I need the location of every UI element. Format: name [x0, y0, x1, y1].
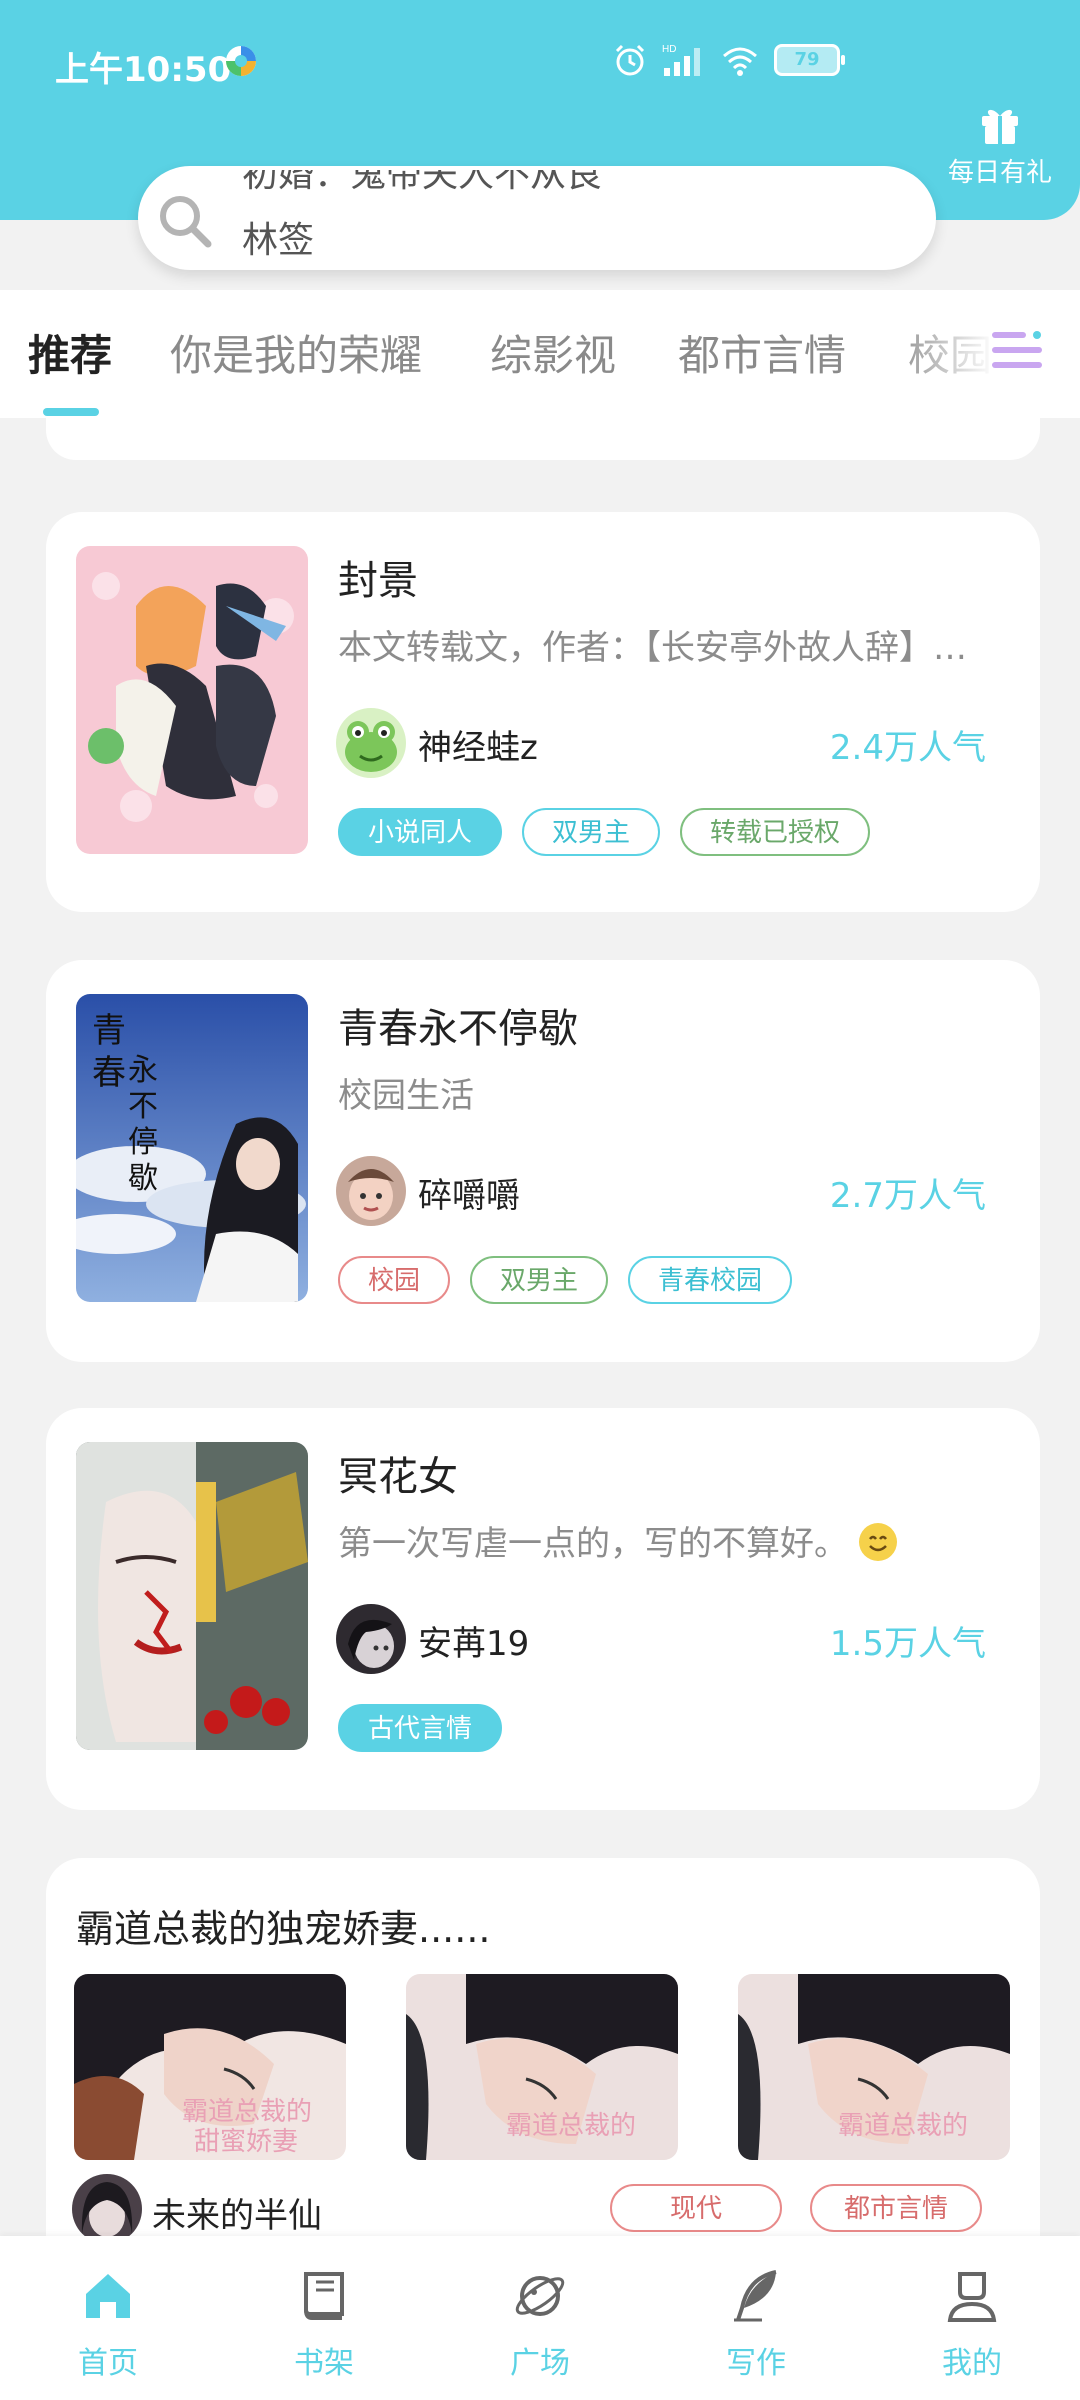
nav-label: 书架 — [294, 2346, 354, 2381]
author-name[interactable]: 碎嚼嚼 — [418, 1168, 520, 1217]
search-hint-line: 林签 — [242, 220, 315, 261]
nav-label: 广场 — [510, 2346, 570, 2381]
tag[interactable]: 双男主 — [470, 1256, 609, 1304]
tag-list: 校园 双男主 青春校园 — [338, 1256, 793, 1304]
svg-text:HD: HD — [662, 44, 676, 55]
nav-square[interactable]: 广场 — [480, 2268, 600, 2382]
wifi-icon — [723, 47, 757, 76]
bottom-navigation: 首页 书架 广场 写作 我的 — [0, 2236, 1080, 2400]
alarm-icon — [615, 44, 645, 76]
daily-gift-button[interactable]: 每日有礼 — [938, 102, 1062, 189]
book-card[interactable]: 封景 本文转载文，作者：【长安亭外故人辞】… 神经蛙z 2.4万人气 小说同人 … — [46, 512, 1040, 912]
collection-card[interactable]: 霸道总裁的独宠娇妻...... 霸道总裁的 甜蜜娇妻 霸道总裁的 霸道总裁的 未… — [46, 1858, 1040, 2278]
nav-write[interactable]: 写作 — [696, 2268, 816, 2382]
svg-text:停: 停 — [128, 1125, 158, 1160]
tag[interactable]: 现代 — [610, 2184, 782, 2232]
collection-title[interactable]: 霸道总裁的独宠娇妻...... — [76, 1898, 490, 1953]
book-title[interactable]: 冥花女 — [338, 1444, 458, 1502]
feather-icon — [734, 2270, 777, 2322]
tag[interactable]: 小说同人 — [338, 808, 503, 856]
nav-label: 我的 — [942, 2346, 1002, 2381]
search-bar[interactable]: 初婚：鬼帝夫人不从良 林签 — [138, 166, 936, 270]
description-text: 第一次写虐一点的，写的不算好。 — [338, 1524, 848, 1564]
collection-cover[interactable]: 霸道总裁的 甜蜜娇妻 — [74, 1974, 346, 2160]
book-description: 本文转载文，作者：【长安亭外故人辞】… — [338, 628, 967, 668]
nav-label: 写作 — [726, 2346, 786, 2381]
tab-film-tv[interactable]: 综影视 — [490, 322, 616, 383]
tag-list: 小说同人 双男主 转载已授权 — [338, 808, 871, 856]
author-avatar[interactable] — [336, 1156, 406, 1226]
book-description: 校园生活 — [338, 1076, 474, 1116]
tag[interactable]: 都市言情 — [810, 2184, 982, 2232]
gift-label: 每日有礼 — [947, 158, 1052, 188]
active-tab-indicator — [43, 408, 99, 416]
book-title[interactable]: 封景 — [338, 548, 418, 606]
tag[interactable]: 校园 — [338, 1256, 451, 1304]
nav-label: 首页 — [78, 2346, 138, 2381]
author-name[interactable]: 未来的半仙 — [152, 2188, 322, 2237]
svg-text:永: 永 — [128, 1053, 158, 1088]
tag[interactable]: 古代言情 — [338, 1704, 503, 1752]
collection-cover[interactable]: 霸道总裁的 — [406, 1974, 678, 2160]
book-title[interactable]: 青春永不停歇 — [338, 996, 578, 1054]
book-description: 第一次写虐一点的，写的不算好。 — [338, 1516, 1038, 1565]
tab-urban-romance[interactable]: 都市言情 — [678, 322, 846, 383]
tag-list: 古代言情 — [338, 1704, 503, 1752]
category-menu-icon[interactable] — [990, 322, 1046, 378]
svg-text:青: 青 — [92, 1011, 126, 1051]
tag[interactable]: 青春校园 — [628, 1256, 793, 1304]
tab-recommend[interactable]: 推荐 — [28, 322, 112, 383]
status-bar: 上午10:50 HD 79 — [0, 0, 1080, 130]
previous-card-edge — [46, 418, 1040, 460]
battery-icon: 79 — [774, 44, 845, 76]
svg-text:霸道总裁的: 霸道总裁的 — [506, 2111, 636, 2141]
tab-you-are-my-glory[interactable]: 你是我的荣耀 — [170, 322, 422, 383]
nav-bookshelf[interactable]: 书架 — [264, 2268, 384, 2382]
book-card[interactable]: 冥花女 第一次写虐一点的，写的不算好。 安苒19 1.5万人气 古代言情 — [46, 1408, 1040, 1810]
status-icons: HD 79 — [612, 40, 845, 80]
signal-icon: HD — [662, 44, 700, 76]
home-icon — [86, 2274, 130, 2318]
author-avatar[interactable] — [336, 708, 406, 778]
nav-home[interactable]: 首页 — [48, 2268, 168, 2382]
bookshelf-icon — [304, 2272, 344, 2320]
book-cover[interactable] — [76, 1442, 308, 1750]
author-avatar[interactable] — [72, 2174, 142, 2244]
book-card[interactable]: 青 春 永 不 停 歇 青春永不停歇 校园生活 碎嚼嚼 2.7万人气 校园 双男… — [46, 960, 1040, 1362]
book-cover[interactable]: 青 春 永 不 停 歇 — [76, 994, 308, 1302]
author-name[interactable]: 安苒19 — [418, 1616, 529, 1665]
planet-icon — [515, 2276, 565, 2316]
app-notification-icon — [226, 46, 256, 76]
svg-text:歇: 歇 — [128, 1161, 158, 1196]
status-time: 上午10:50 — [55, 50, 232, 90]
tag[interactable]: 双男主 — [522, 808, 661, 856]
svg-text:不: 不 — [128, 1089, 158, 1124]
search-rotating-hint: 初婚：鬼帝夫人不从良 林签 — [242, 170, 922, 266]
popularity-count: 1.5万人气 — [829, 1624, 986, 1664]
book-cover[interactable] — [76, 546, 308, 854]
popularity-count: 2.4万人气 — [829, 728, 986, 768]
author-avatar[interactable] — [336, 1604, 406, 1674]
smile-emoji-icon — [858, 1522, 897, 1561]
svg-text:霸道总裁的: 霸道总裁的 — [838, 2111, 968, 2141]
profile-icon — [947, 2272, 997, 2322]
nav-profile[interactable]: 我的 — [912, 2268, 1032, 2382]
author-name[interactable]: 神经蛙z — [418, 720, 538, 769]
collection-cover[interactable]: 霸道总裁的 — [738, 1974, 1010, 2160]
svg-text:霸道总裁的: 霸道总裁的 — [182, 2097, 312, 2127]
tag-list: 现代 都市言情 — [610, 2184, 982, 2232]
search-hint-line: 初婚：鬼帝夫人不从良 — [242, 170, 603, 195]
category-tabs: 推荐 你是我的荣耀 综影视 都市言情 校园 — [0, 290, 1080, 418]
tab-fade — [890, 290, 1080, 418]
svg-text:甜蜜娇妻: 甜蜜娇妻 — [194, 2127, 298, 2157]
gift-icon — [982, 109, 1018, 144]
svg-text:春: 春 — [92, 1053, 126, 1093]
search-icon — [160, 196, 212, 248]
popularity-count: 2.7万人气 — [829, 1176, 986, 1216]
tag[interactable]: 转载已授权 — [680, 808, 871, 856]
